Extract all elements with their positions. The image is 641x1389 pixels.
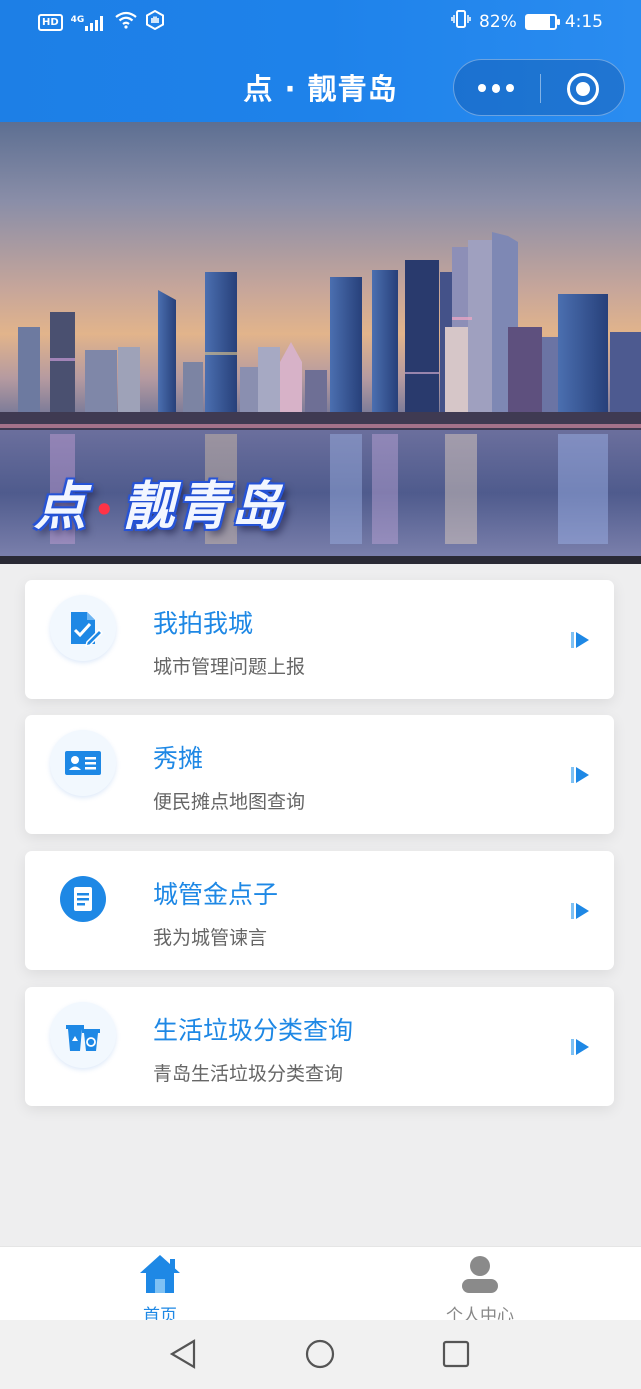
- card-title: 秀摊: [153, 744, 204, 773]
- close-miniapp-button[interactable]: [567, 73, 599, 105]
- banner-title: 点 • 靓青岛: [34, 464, 284, 539]
- more-menu-button[interactable]: [478, 80, 515, 96]
- vibrate-icon: [451, 10, 471, 33]
- play-arrow-icon: [571, 1039, 589, 1055]
- hd-badge: HD: [38, 14, 63, 31]
- card-icon-badge: [50, 730, 116, 796]
- tab-home[interactable]: 首页: [100, 1253, 220, 1326]
- card-subtitle: 青岛生活垃圾分类查询: [153, 1063, 344, 1085]
- play-arrow-icon: [571, 903, 589, 919]
- banner-title-left: 点: [34, 477, 89, 537]
- recents-icon[interactable]: [441, 1339, 471, 1369]
- card-subtitle: 我为城管谏言: [153, 927, 268, 949]
- wifi-icon: [115, 11, 138, 34]
- card-report-issue[interactable]: 我拍我城 城市管理问题上报: [25, 580, 614, 699]
- hero-banner[interactable]: 点 • 靓青岛: [0, 122, 641, 564]
- bottom-tab-bar: 首页 个人中心: [0, 1246, 641, 1326]
- home-icon: [140, 1255, 180, 1293]
- id-card-icon: [65, 751, 101, 775]
- note-icon: [60, 876, 106, 922]
- network-label: 4G: [70, 14, 85, 25]
- card-title: 我拍我城: [153, 609, 254, 638]
- card-subtitle: 城市管理问题上报: [153, 656, 306, 678]
- miniapp-capsule: [453, 59, 625, 116]
- status-bar: HD 4G 82% 4:15: [0, 0, 641, 44]
- capsule-divider: [540, 74, 541, 103]
- battery-icon: [524, 13, 560, 30]
- home-circle-icon[interactable]: [304, 1338, 336, 1370]
- card-title: 生活垃圾分类查询: [153, 1016, 354, 1045]
- play-arrow-icon: [571, 632, 589, 648]
- card-garbage-sorting[interactable]: 生活垃圾分类查询 青岛生活垃圾分类查询: [25, 987, 614, 1106]
- tab-profile[interactable]: 个人中心: [420, 1253, 540, 1326]
- play-arrow-icon: [571, 767, 589, 783]
- back-icon[interactable]: [168, 1338, 198, 1370]
- system-navigation-bar: [0, 1320, 641, 1389]
- card-title: 城管金点子: [153, 880, 279, 909]
- user-icon: [462, 1256, 498, 1293]
- card-suggestions[interactable]: 城管金点子 我为城管谏言: [25, 851, 614, 970]
- recycle-bin-icon: [66, 1025, 100, 1051]
- card-icon-badge: [50, 866, 116, 932]
- signal-icon: 4G: [71, 15, 108, 31]
- app-header: HD 4G 82% 4:15 点 · 靓青岛: [0, 0, 641, 122]
- edit-document-icon: [71, 612, 103, 648]
- card-icon-badge: [50, 595, 116, 661]
- banner-bottom-edge: [0, 556, 641, 564]
- clock: 4:15: [564, 11, 603, 32]
- card-subtitle: 便民摊点地图查询: [153, 791, 306, 813]
- hand-shield-icon: [145, 9, 165, 35]
- battery-percent: 82%: [479, 11, 517, 32]
- card-vendor-map[interactable]: 秀摊 便民摊点地图查询: [25, 715, 614, 834]
- banner-title-right: 靓青岛: [122, 477, 285, 537]
- card-icon-badge: [50, 1002, 116, 1068]
- banner-title-dot: •: [94, 491, 117, 529]
